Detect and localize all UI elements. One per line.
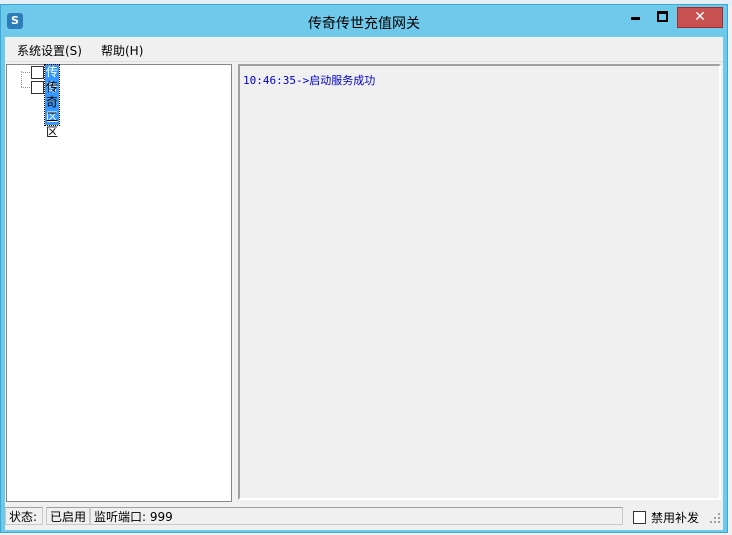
listen-port-text: 监听端口: 999 <box>90 507 623 525</box>
window-title: 传奇传世充值网关 <box>308 16 420 32</box>
tree-connector <box>21 71 22 87</box>
client-area: 系统设置(S) 帮助(H) 传奇一区 传奇二区 10:46:35->启动服务成功… <box>5 37 723 530</box>
status-value: 已启用 <box>46 507 90 525</box>
disable-resend-label[interactable]: 禁用补发 <box>651 509 699 526</box>
title-bar[interactable]: S 传奇传世充值网关 ✕ <box>1 5 727 37</box>
close-button[interactable]: ✕ <box>677 7 723 28</box>
menu-help[interactable]: 帮助(H) <box>101 42 143 59</box>
minimize-button[interactable] <box>622 7 648 28</box>
log-line: 10:46:35->启动服务成功 <box>243 74 376 87</box>
tree-connector <box>21 72 30 73</box>
disable-resend-checkbox[interactable] <box>633 511 646 524</box>
status-label: 状态: <box>5 507 43 525</box>
log-panel[interactable]: 10:46:35->启动服务成功 <box>238 64 721 500</box>
tree-connector <box>21 87 30 88</box>
minimize-icon <box>630 17 640 20</box>
zone-2-checkbox[interactable] <box>31 81 44 94</box>
status-bar: 状态: 已启用 监听端口: 999 禁用补发 <box>5 506 723 526</box>
close-icon: ✕ <box>694 9 706 25</box>
maximize-icon <box>656 11 668 22</box>
menu-bar: 系统设置(S) 帮助(H) <box>5 37 723 62</box>
zone-2-label[interactable]: 传奇二区 <box>45 80 59 140</box>
main-window: S 传奇传世充值网关 ✕ 系统设置(S) 帮助(H) 传奇一区 传奇二区 10:… <box>0 4 728 533</box>
menu-system-settings[interactable]: 系统设置(S) <box>17 42 82 59</box>
resize-grip-icon[interactable] <box>709 512 721 524</box>
maximize-button[interactable] <box>649 7 675 28</box>
zone-1-checkbox[interactable] <box>31 66 44 79</box>
server-tree[interactable]: 传奇一区 传奇二区 <box>6 64 232 502</box>
